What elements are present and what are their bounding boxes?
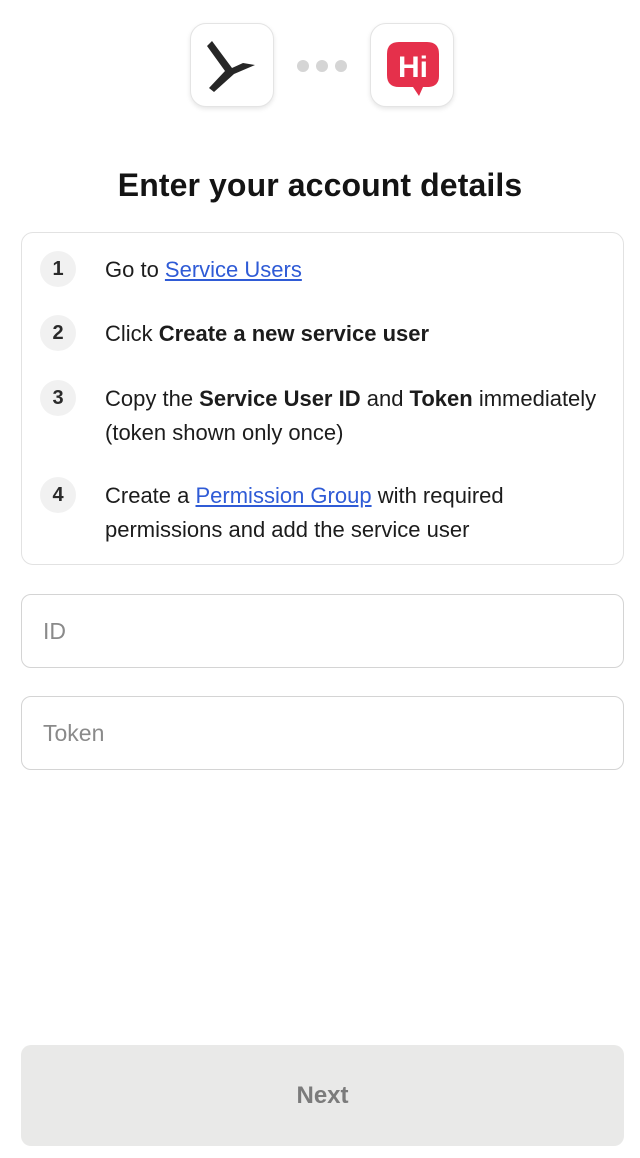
hi-chat-logo-icon: Hi bbox=[387, 42, 439, 96]
step-text: Create a Permission Group with required … bbox=[105, 479, 605, 547]
step-number: 1 bbox=[40, 251, 76, 287]
token-input[interactable] bbox=[22, 697, 623, 769]
step-text-emphasis: Create a new service user bbox=[158, 321, 430, 346]
integration-header: Hi bbox=[0, 23, 640, 109]
next-button[interactable]: Next bbox=[21, 1045, 624, 1146]
permission-group-link[interactable]: Permission Group bbox=[196, 483, 372, 508]
personio-logo-icon bbox=[207, 41, 255, 92]
step-text-emphasis: Service User ID bbox=[199, 386, 361, 411]
instructions-card: 1 Go to Service Users 2 Click Create a n… bbox=[21, 232, 624, 565]
step-text-part: Go to bbox=[105, 257, 165, 282]
dot bbox=[335, 60, 347, 72]
step-number: 4 bbox=[40, 477, 76, 513]
step-text-part: Create a bbox=[105, 483, 196, 508]
service-users-link[interactable]: Service Users bbox=[165, 257, 302, 282]
id-input[interactable] bbox=[22, 595, 623, 667]
dot bbox=[297, 60, 309, 72]
step-text: Go to Service Users bbox=[105, 253, 605, 287]
id-field bbox=[21, 594, 624, 668]
step-text: Copy the Service User ID and Token immed… bbox=[105, 382, 605, 450]
step-text: Click Create a new service user bbox=[105, 317, 605, 351]
source-app-logo-tile bbox=[190, 23, 274, 107]
step-number: 2 bbox=[40, 315, 76, 351]
hi-logo-text: Hi bbox=[398, 51, 428, 84]
token-field bbox=[21, 696, 624, 770]
step-text-part: and bbox=[360, 386, 410, 411]
ellipsis-dots-icon bbox=[297, 60, 347, 72]
step-text-part: Copy the bbox=[105, 386, 200, 411]
step-text-emphasis: Token bbox=[409, 386, 473, 411]
step-number: 3 bbox=[40, 380, 76, 416]
dot bbox=[316, 60, 328, 72]
page-title: Enter your account details bbox=[117, 167, 523, 203]
step-text-part: Click bbox=[105, 321, 159, 346]
target-app-logo-tile: Hi bbox=[370, 23, 454, 107]
